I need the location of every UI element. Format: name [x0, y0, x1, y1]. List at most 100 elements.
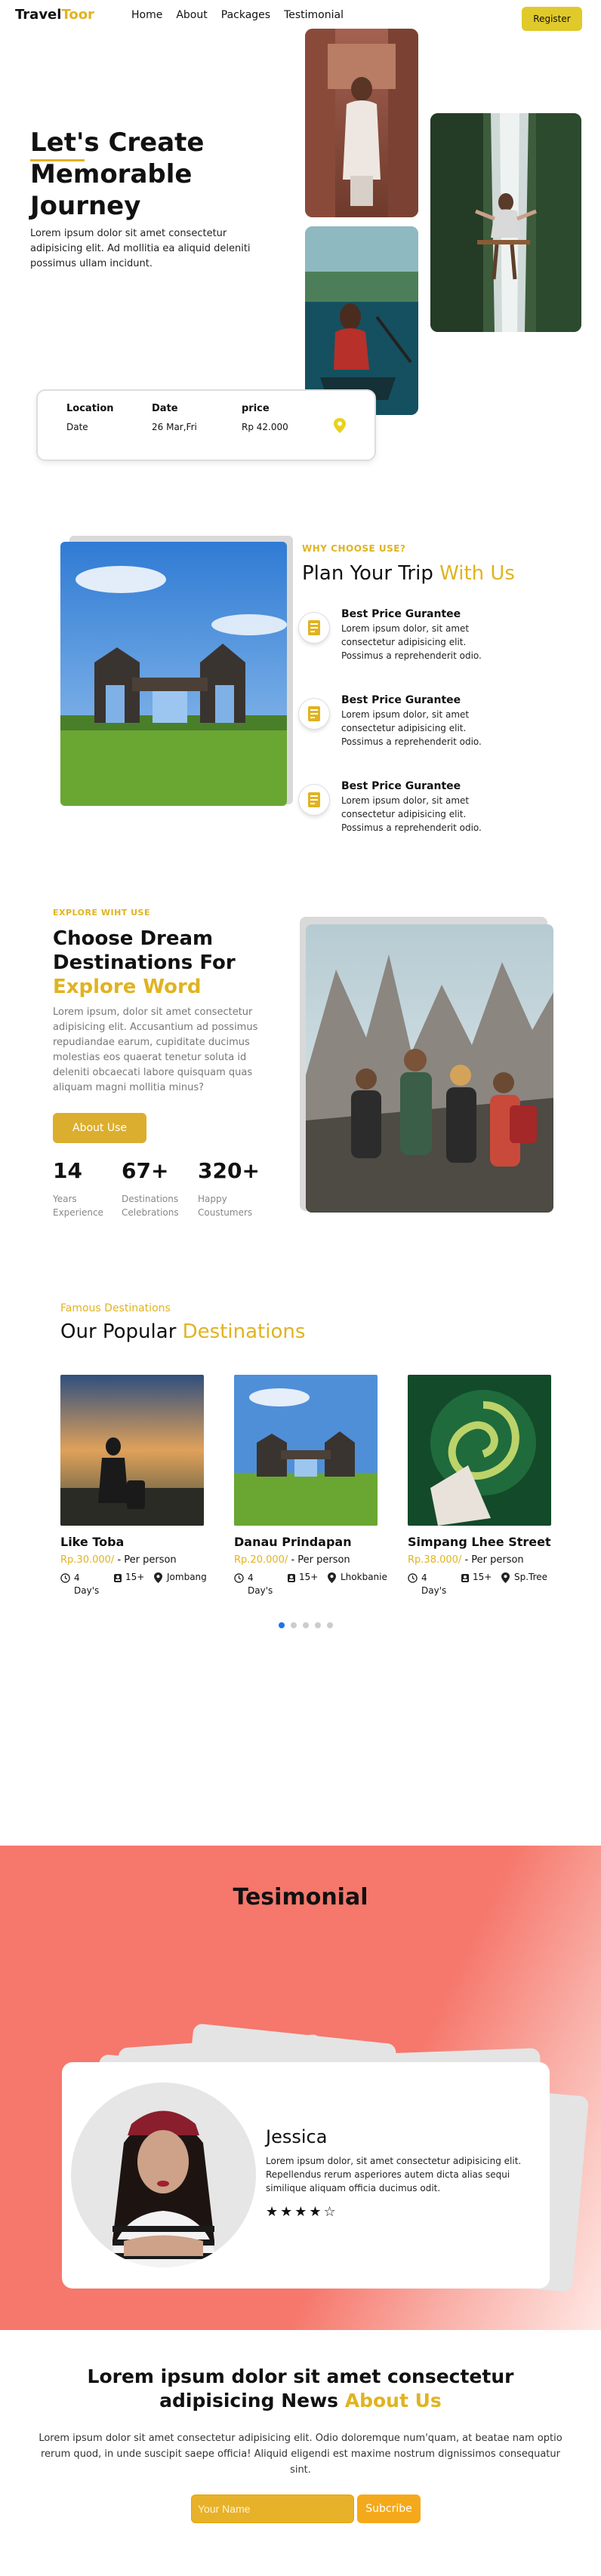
- booking-price[interactable]: price Rp 42.000: [242, 403, 288, 432]
- feature-title: Best Price Gurantee: [341, 694, 461, 706]
- destination-name: Like Toba: [60, 1535, 125, 1549]
- testimonial-title: Tesimonial: [233, 1884, 368, 1910]
- carousel-dot[interactable]: [327, 1622, 333, 1628]
- stat-customers: 320+ Happy Coustumers: [198, 1158, 260, 1219]
- newsletter-title-text: Lorem ipsum dolor sit amet consectetur a…: [87, 2365, 514, 2412]
- nav-link-testimonial[interactable]: Testimonial: [284, 9, 344, 21]
- carousel-dot[interactable]: [315, 1622, 321, 1628]
- destination-people: 15+: [125, 1572, 145, 1582]
- stat-label: Coustumers: [198, 1207, 253, 1218]
- destination-place: Jombang: [167, 1572, 207, 1582]
- stat-number: 320+: [198, 1158, 260, 1183]
- price-value: Rp.38.000/: [408, 1554, 462, 1566]
- booking-price-label: price: [242, 403, 270, 414]
- nav-link-about[interactable]: About: [176, 9, 207, 21]
- destination-people: 15+: [299, 1572, 319, 1582]
- destination-place: Sp.Tree: [514, 1572, 548, 1582]
- logo-accent-text: Toor: [61, 7, 94, 23]
- destination-days: 4 Day's: [421, 1572, 447, 1596]
- location-pin-icon: [328, 1572, 336, 1585]
- price-value: Rp.20.000/: [234, 1554, 288, 1566]
- carousel-dot[interactable]: [303, 1622, 309, 1628]
- destination-image: [234, 1375, 378, 1526]
- choose-image-friends: [306, 924, 553, 1213]
- feature-description: Lorem ipsum dolor, sit amet consectetur …: [341, 623, 482, 661]
- feature-item: Best Price Gurantee Lorem ipsum dolor, s…: [299, 608, 571, 676]
- subscribe-button[interactable]: Subcribe: [357, 2495, 421, 2523]
- destination-card[interactable]: Simpang Lhee Street Rp.38.000/ - Per per…: [408, 1375, 556, 1599]
- hero-image-canoe: [305, 226, 418, 415]
- destination-price: Rp.30.000/ - Per person: [60, 1554, 208, 1566]
- destination-name: Danau Prindapan: [234, 1535, 352, 1549]
- price-tag-icon: [299, 613, 329, 643]
- why-title: Plan Your Trip With Us: [302, 562, 515, 585]
- feature-item: Best Price Gurantee Lorem ipsum dolor, s…: [299, 780, 571, 848]
- destination-price: Rp.20.000/ - Per person: [234, 1554, 382, 1566]
- clock-icon: [408, 1573, 418, 1585]
- nav-link-packages[interactable]: Packages: [221, 9, 270, 21]
- booking-location[interactable]: Location Date: [66, 403, 114, 432]
- choose-description: Lorem ipsum, dolor sit amet consectetur …: [53, 1007, 258, 1093]
- destination-days: 4 Day's: [74, 1572, 100, 1596]
- destination-price: Rp.38.000/ - Per person: [408, 1554, 556, 1566]
- choose-title-accent: Explore Word: [53, 976, 202, 998]
- newsletter-description: Lorem ipsum dolor sit amet consectetur a…: [39, 2433, 562, 2476]
- hero-title-underline: [30, 159, 85, 161]
- price-per: - Per person: [291, 1554, 350, 1566]
- nav-link-home[interactable]: Home: [131, 9, 162, 21]
- hero-title: Let's Create Memorable Journey: [30, 128, 205, 221]
- destination-card[interactable]: Like Toba Rp.30.000/ - Per person 4 Day'…: [60, 1375, 208, 1599]
- booking-date[interactable]: Date 26 Mar,Fri: [152, 403, 197, 432]
- booking-location-value: Date: [66, 422, 88, 432]
- destination-card[interactable]: Danau Prindapan Rp.20.000/ - Per person …: [234, 1375, 387, 1599]
- stat-label: Years: [53, 1194, 77, 1204]
- register-button[interactable]: Register: [522, 7, 582, 31]
- carousel-dot[interactable]: [291, 1622, 297, 1628]
- popular-title-text: Our Popular: [60, 1320, 177, 1343]
- booking-bar: Location Date Date 26 Mar,Fri price Rp 4…: [36, 389, 376, 461]
- name-input[interactable]: [191, 2495, 354, 2523]
- hero-image-waterfall-swing: [430, 113, 581, 332]
- price-per: - Per person: [117, 1554, 177, 1566]
- why-kicker: WHY CHOOSE USE?: [302, 543, 406, 554]
- price-tag-icon: [299, 699, 329, 729]
- navbar: TravelToor Home About Packages Testimoni…: [0, 0, 601, 36]
- why-image-ruins: [60, 542, 287, 806]
- destination-meta: 4 Day's 15+ Jombang: [60, 1572, 208, 1599]
- stat-number: 14: [53, 1158, 82, 1183]
- people-icon: [113, 1573, 122, 1585]
- booking-date-label: Date: [152, 403, 178, 414]
- clock-icon: [234, 1573, 244, 1585]
- stat-label: Happy: [198, 1194, 227, 1204]
- feature-item: Best Price Gurantee Lorem ipsum dolor, s…: [299, 694, 571, 762]
- logo-text: Travel: [15, 7, 62, 23]
- destination-image: [408, 1375, 551, 1526]
- clock-icon: [60, 1573, 70, 1585]
- booking-location-label: Location: [66, 403, 114, 414]
- about-us-button[interactable]: About Use: [53, 1113, 146, 1143]
- testimonial-avatar: [71, 2083, 256, 2267]
- location-pin-icon: [154, 1572, 162, 1585]
- destination-place: Lhokbanie: [341, 1572, 387, 1582]
- carousel-dot-active[interactable]: [279, 1622, 285, 1628]
- testimonial-rating: ★★★★☆: [266, 2204, 338, 2220]
- logo[interactable]: TravelToor: [15, 7, 94, 23]
- people-icon: [461, 1573, 470, 1585]
- location-pin-icon[interactable]: [334, 418, 346, 433]
- choose-kicker: EXPLORE WIHT USE: [53, 908, 150, 918]
- popular-kicker: Famous Destinations: [60, 1302, 171, 1314]
- testimonial-text: Lorem ipsum dolor, sit amet consectetur …: [266, 2156, 522, 2193]
- feature-title: Best Price Gurantee: [341, 780, 461, 792]
- booking-price-value: Rp 42.000: [242, 422, 288, 432]
- location-pin-icon: [501, 1572, 510, 1585]
- stat-number: 67+: [122, 1158, 169, 1183]
- stat-label: Celebrations: [122, 1207, 179, 1218]
- stat-label: Experience: [53, 1207, 103, 1218]
- price-per: - Per person: [464, 1554, 524, 1566]
- destination-meta: 4 Day's 15+ Sp.Tree: [408, 1572, 556, 1599]
- hero-image-temple-woman: [305, 29, 418, 217]
- choose-title-text: Choose Dream Destinations For: [53, 927, 236, 974]
- feature-description: Lorem ipsum dolor, sit amet consectetur …: [341, 709, 482, 747]
- price-value: Rp.30.000/: [60, 1554, 115, 1566]
- destination-days: 4 Day's: [248, 1572, 273, 1596]
